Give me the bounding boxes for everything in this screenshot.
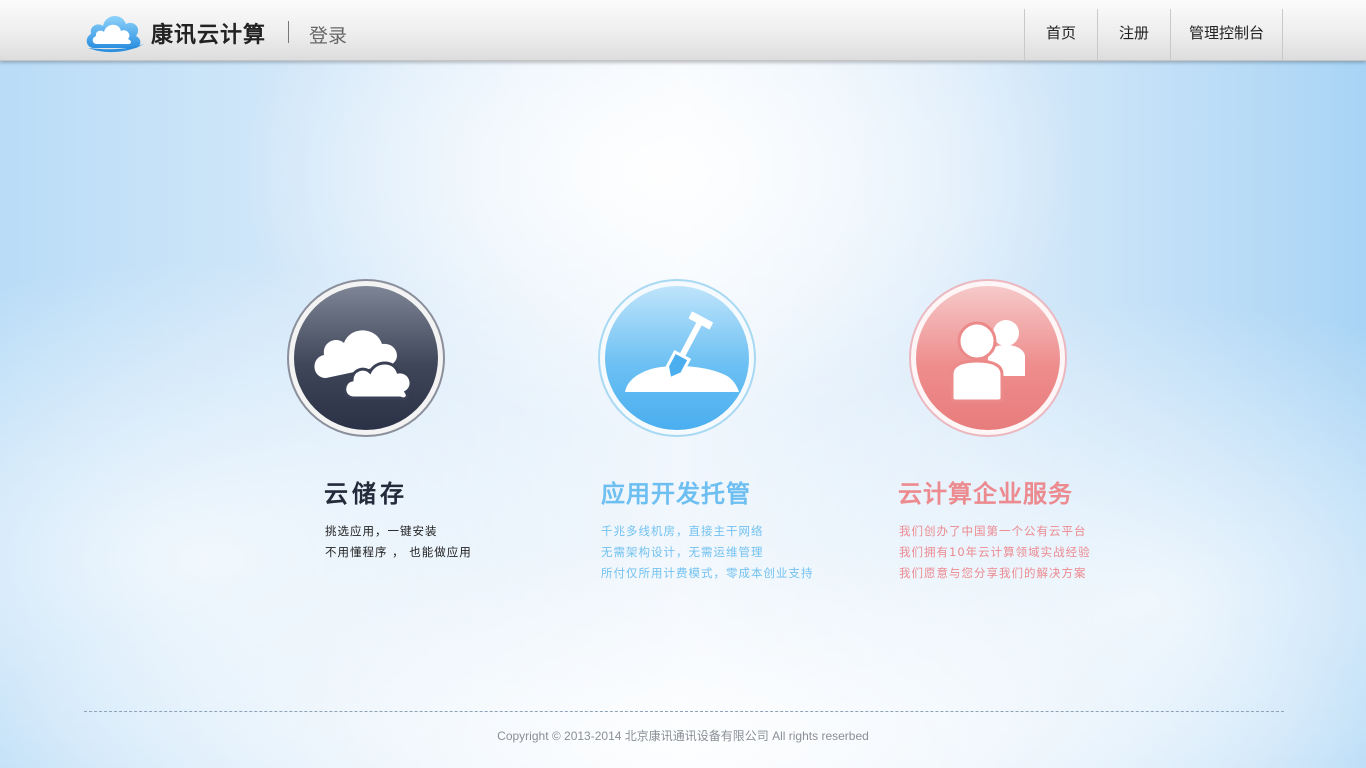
users-icon xyxy=(916,286,1060,430)
enterprise-line: 我们愿意与您分享我们的解决方案 xyxy=(899,566,1087,580)
cloud-storage-icon xyxy=(294,286,438,430)
dev-line: 所付仅所用计费模式，零成本创业支持 xyxy=(601,566,814,580)
dev-title: 应用开发托管 xyxy=(601,479,751,508)
brand-divider xyxy=(288,21,289,43)
storage-line: 不用懂程序 ， 也能做应用 xyxy=(325,545,472,559)
main-nav: 首页 注册 管理控制台 xyxy=(1024,9,1283,60)
storage-line: 挑选应用，一键安装 xyxy=(325,524,438,538)
storage-feature-badge[interactable] xyxy=(287,279,445,437)
nav-home[interactable]: 首页 xyxy=(1024,9,1097,60)
cloud-logo-icon[interactable] xyxy=(84,8,146,54)
enterprise-feature-badge[interactable] xyxy=(909,279,1067,437)
dev-line: 无需架构设计，无需运维管理 xyxy=(601,545,764,559)
copyright-text: Copyright © 2013-2014 北京康讯通讯设备有限公司 All r… xyxy=(497,729,869,743)
footer-divider xyxy=(84,711,1284,712)
enterprise-title: 云计算企业服务 xyxy=(898,479,1073,508)
dev-description: 千兆多线机房，直接主干网络 无需架构设计，无需运维管理 所付仅所用计费模式，零成… xyxy=(601,521,814,584)
nav-register[interactable]: 注册 xyxy=(1097,9,1170,60)
enterprise-line: 我们创办了中国第一个公有云平台 xyxy=(899,524,1087,538)
dev-feature-badge[interactable] xyxy=(598,279,756,437)
brand-name: 康讯云计算 xyxy=(151,22,267,48)
storage-description: 挑选应用，一键安装 不用懂程序 ， 也能做应用 xyxy=(325,521,472,563)
nav-console[interactable]: 管理控制台 xyxy=(1170,9,1283,60)
storage-title: 云储存 xyxy=(324,479,408,508)
enterprise-description: 我们创办了中国第一个公有云平台 我们拥有10年云计算领域实战经验 我们愿意与您分… xyxy=(899,521,1091,584)
top-header: 康讯云计算 登录 首页 注册 管理控制台 xyxy=(0,0,1366,61)
login-link[interactable]: 登录 xyxy=(309,21,347,48)
enterprise-line: 我们拥有10年云计算领域实战经验 xyxy=(899,545,1091,559)
shovel-icon xyxy=(605,286,749,430)
dev-line: 千兆多线机房，直接主干网络 xyxy=(601,524,764,538)
